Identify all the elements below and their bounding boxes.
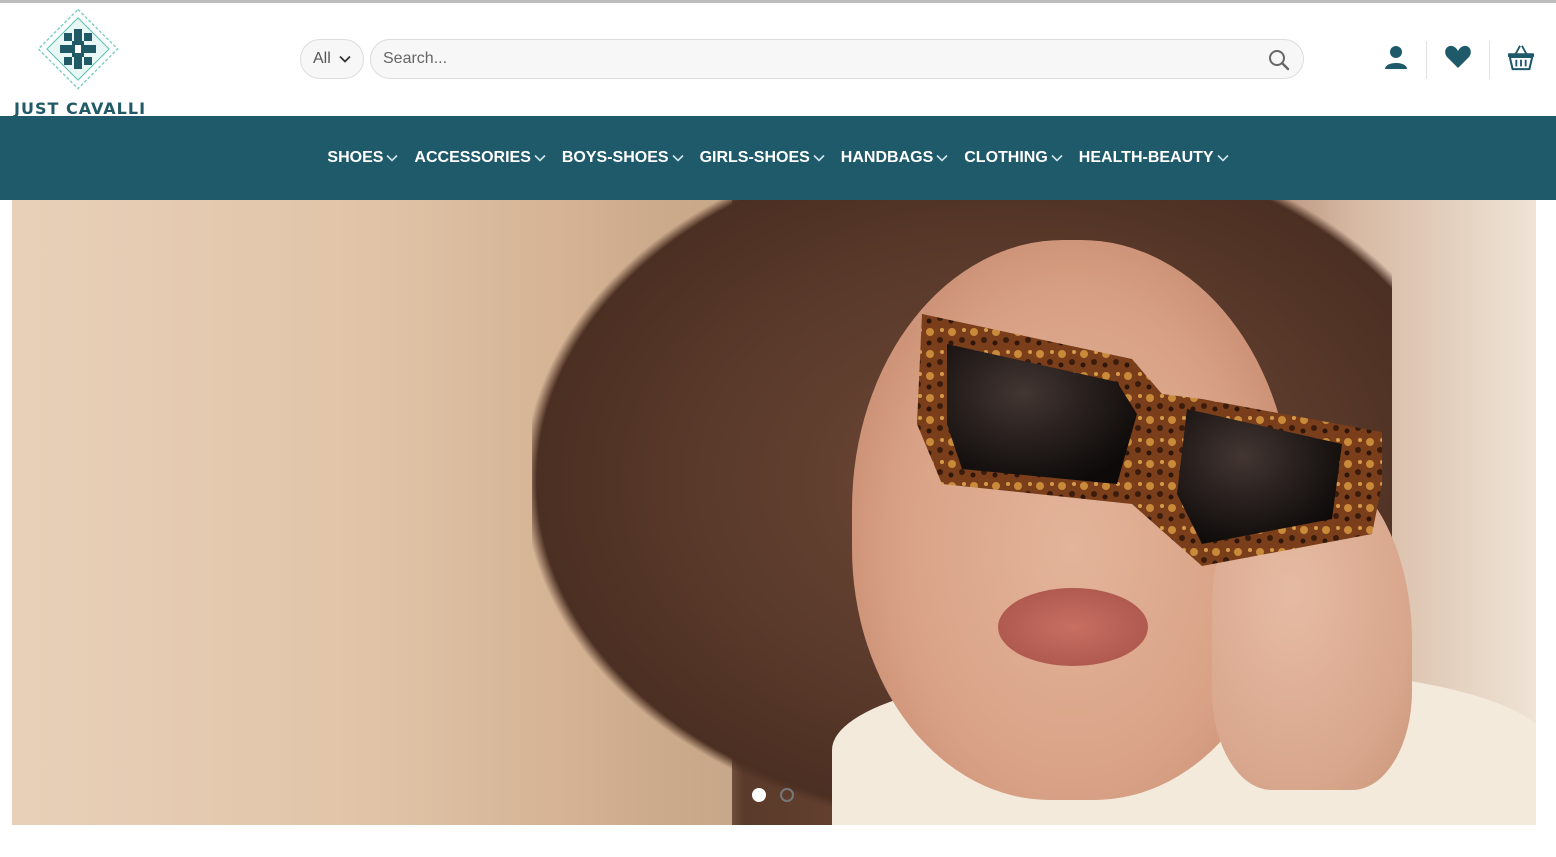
nav-item-shoes[interactable]: SHOES [327, 149, 398, 167]
chevron-down-icon [339, 55, 351, 63]
nav-item-label: CLOTHING [964, 149, 1048, 166]
nav-item-clothing[interactable]: CLOTHING [964, 149, 1063, 167]
site-header: JUST CAVALLI All [0, 3, 1556, 118]
nav-item-handbags[interactable]: HANDBAGS [841, 149, 948, 167]
nav-item-label: ACCESSORIES [414, 149, 531, 166]
nav-item-label: HEALTH-BEAUTY [1078, 149, 1214, 166]
nav-item-label: HANDBAGS [840, 149, 934, 166]
search-category-value: All [313, 50, 331, 67]
hero-slider[interactable] [12, 200, 1536, 825]
brand-logo[interactable]: JUST CAVALLI [10, 5, 150, 118]
chevron-down-icon [534, 154, 546, 162]
nav-item-label: GIRLS-SHOES [699, 149, 810, 166]
chevron-down-icon [936, 154, 948, 162]
header-divider [1426, 41, 1427, 79]
brand-emblem-icon [37, 8, 119, 90]
search-icon[interactable] [1267, 48, 1291, 72]
nav-item-girls-shoes[interactable]: GIRLS-SHOES [700, 149, 825, 167]
chevron-down-icon [386, 154, 398, 162]
nav-item-accessories[interactable]: ACCESSORIES [414, 149, 546, 167]
basket-icon[interactable] [1507, 43, 1535, 71]
slider-pagination [752, 788, 794, 802]
chevron-down-icon [671, 154, 684, 162]
search-bar [370, 39, 1304, 79]
sunglasses-graphic [917, 314, 1382, 566]
slider-dot-1[interactable] [752, 788, 766, 802]
search-input[interactable] [383, 40, 1243, 78]
hero-image-lips [998, 588, 1148, 666]
nav-item-boys-shoes[interactable]: BOYS-SHOES [562, 149, 684, 167]
chevron-down-icon [1051, 154, 1063, 162]
chevron-down-icon [1217, 154, 1229, 162]
main-navigation: SHOES ACCESSORIES BOYS-SHOES GIRLS-SHOES… [0, 116, 1556, 200]
nav-item-label: SHOES [327, 149, 384, 166]
nav-item-label: BOYS-SHOES [561, 149, 669, 166]
header-divider [1489, 41, 1490, 79]
heart-icon[interactable] [1444, 43, 1472, 71]
nav-item-health-beauty[interactable]: HEALTH-BEAUTY [1079, 149, 1229, 167]
slider-dot-2[interactable] [780, 788, 794, 802]
chevron-down-icon [813, 154, 825, 162]
user-icon[interactable] [1382, 43, 1410, 71]
search-category-select[interactable]: All [300, 39, 364, 79]
